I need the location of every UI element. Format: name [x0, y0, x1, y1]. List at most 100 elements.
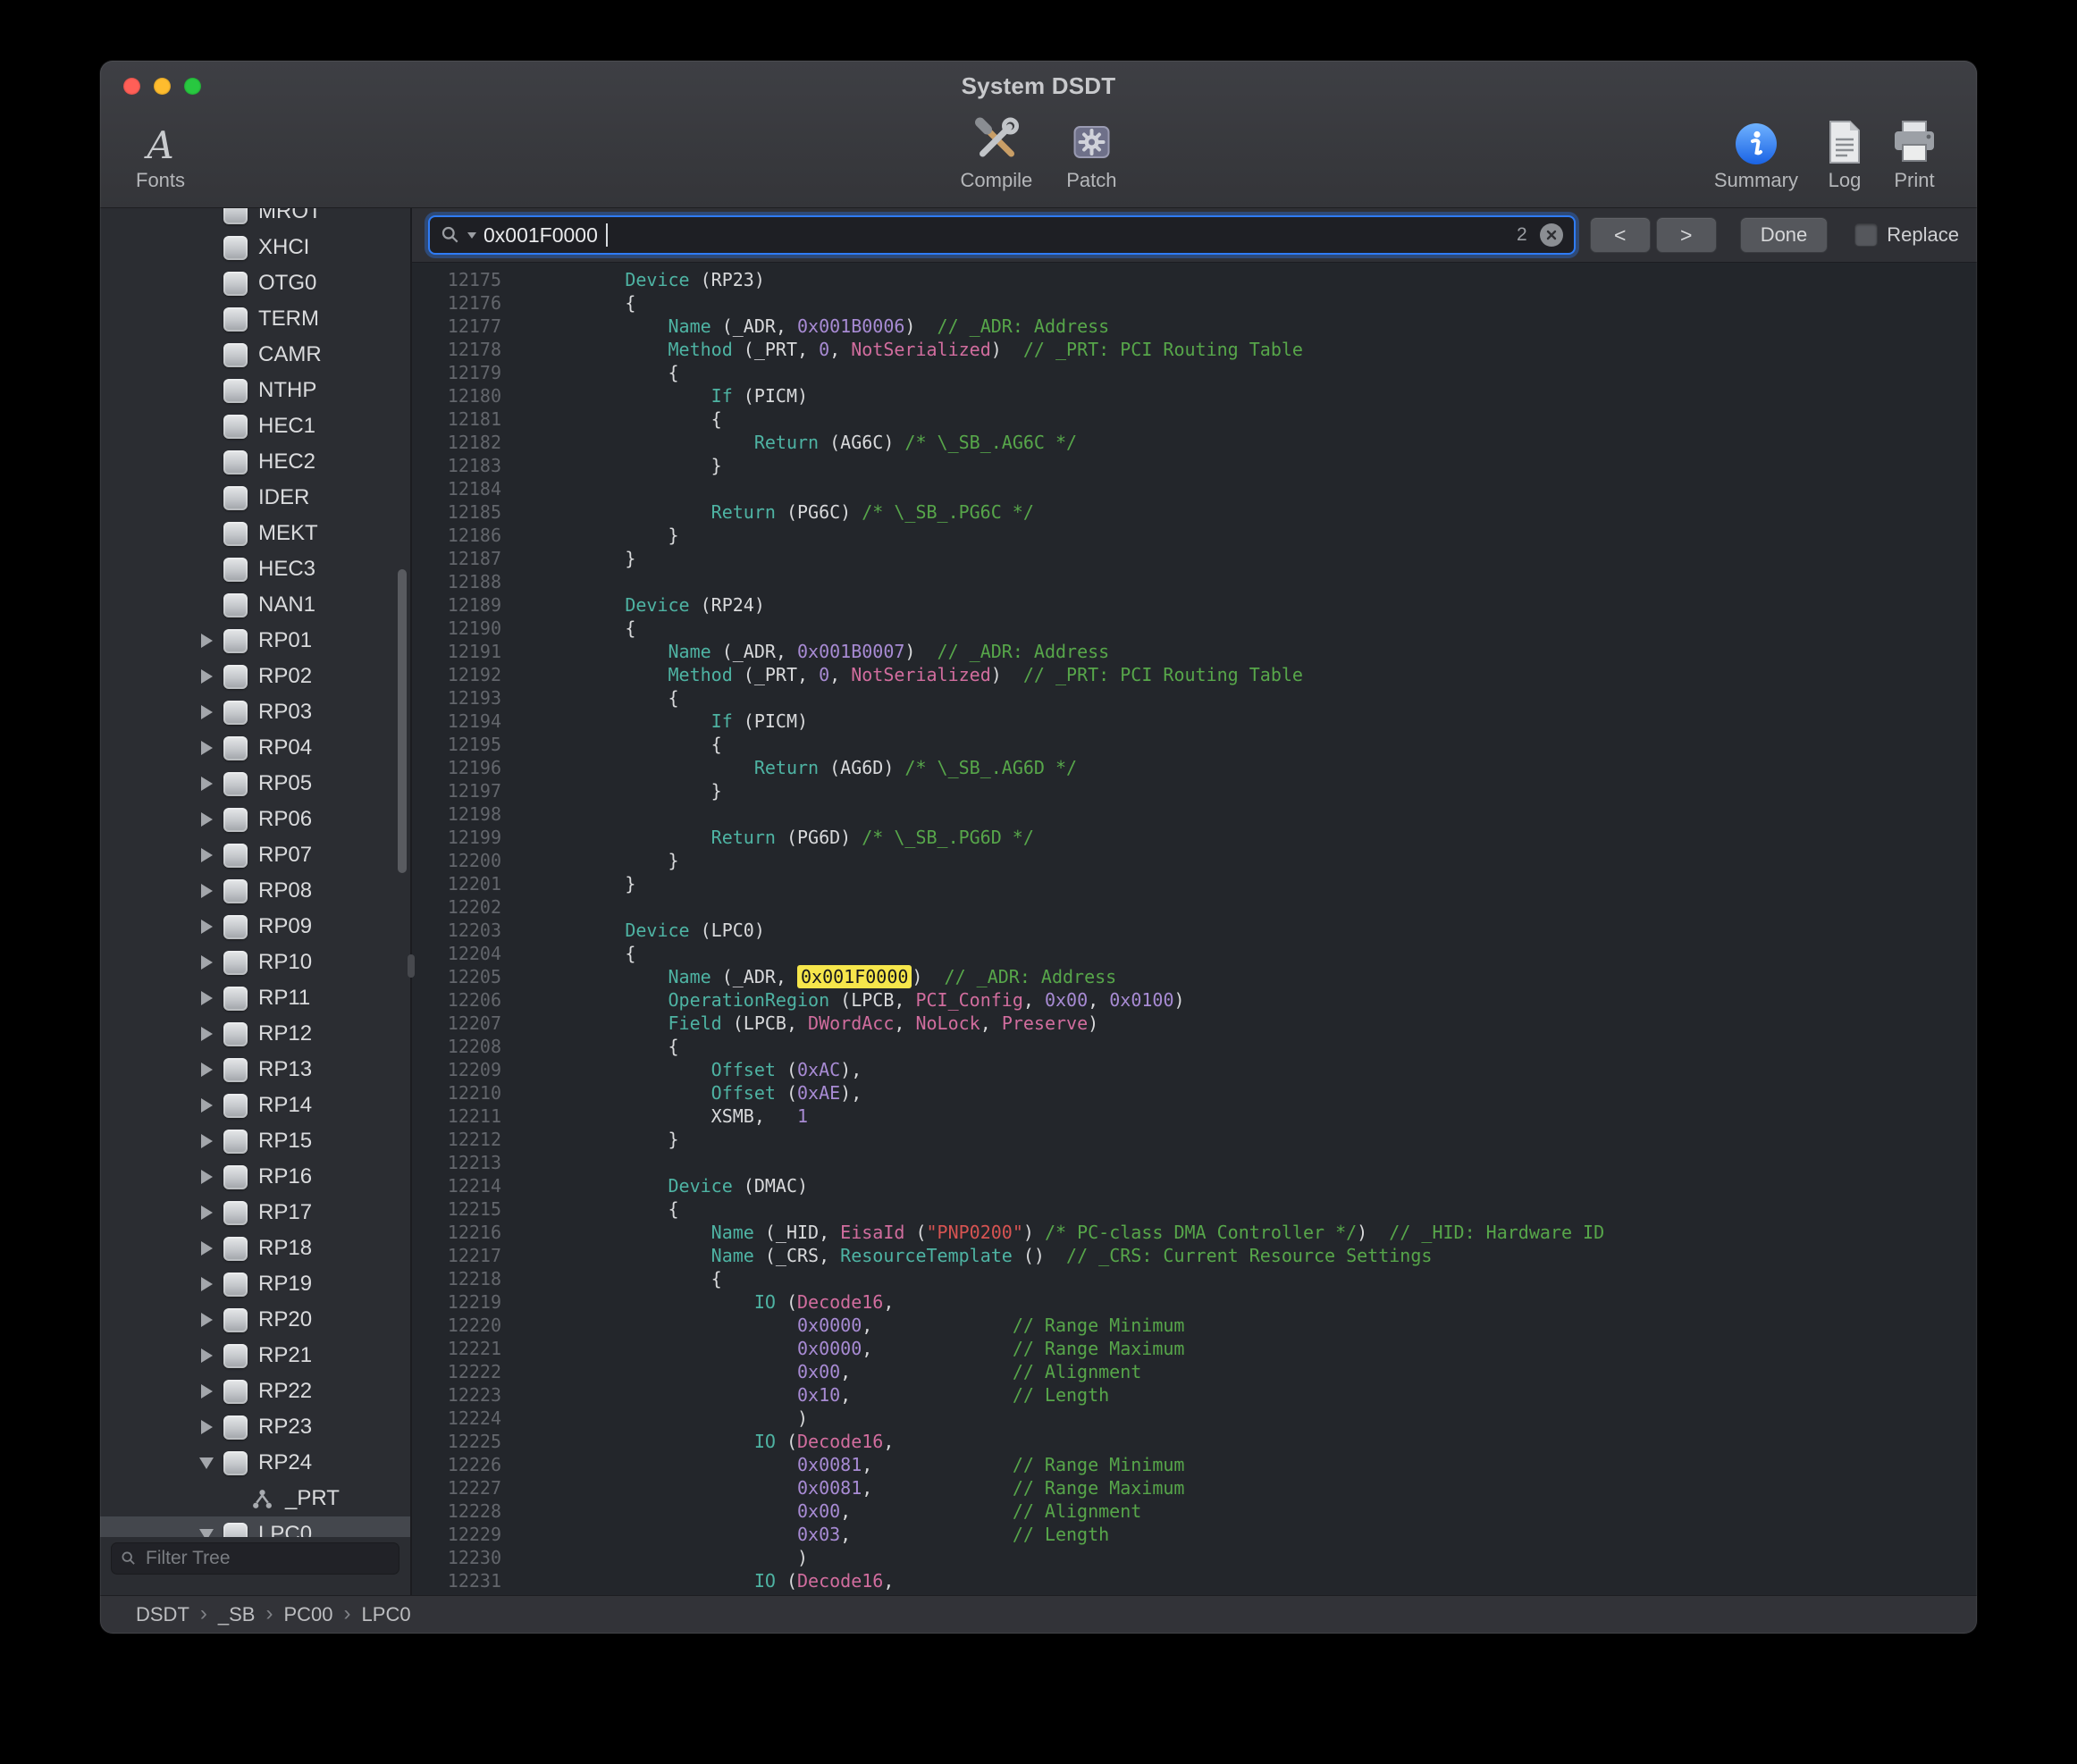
disclosure-triangle-icon[interactable]	[189, 1302, 223, 1338]
code-line[interactable]: 12221 0x0000, // Range Maximum	[412, 1337, 1977, 1360]
code-line[interactable]: 12191 Name (_ADR, 0x001B0007) // _ADR: A…	[412, 640, 1977, 663]
tree-item-rp07[interactable]: RP07	[100, 837, 410, 873]
code-line[interactable]: 12178 Method (_PRT, 0, NotSerialized) //…	[412, 338, 1977, 361]
disclosure-triangle-icon[interactable]	[189, 945, 223, 980]
code-line[interactable]: 12229 0x03, // Length	[412, 1523, 1977, 1546]
tree-item-hec3[interactable]: HEC3	[100, 551, 410, 587]
disclosure-triangle-icon[interactable]	[189, 873, 223, 909]
done-button[interactable]: Done	[1740, 217, 1829, 253]
code-line[interactable]: 12175 Device (RP23)	[412, 268, 1977, 291]
code-line[interactable]: 12225 IO (Decode16,	[412, 1430, 1977, 1453]
code-line[interactable]: 12176 {	[412, 291, 1977, 315]
tree-item-rp14[interactable]: RP14	[100, 1088, 410, 1123]
code-line[interactable]: 12185 Return (PG6C) /* \_SB_.PG6C */	[412, 500, 1977, 524]
tree-item-rp18[interactable]: RP18	[100, 1231, 410, 1266]
code-line[interactable]: 12196 Return (AG6D) /* \_SB_.AG6D */	[412, 756, 1977, 779]
code-line[interactable]: 12188	[412, 570, 1977, 593]
tree-item-rp02[interactable]: RP02	[100, 659, 410, 694]
code-line[interactable]: 12195 {	[412, 733, 1977, 756]
disclosure-triangle-icon[interactable]	[189, 730, 223, 766]
breadcrumb-item-pc00[interactable]: PC00	[283, 1603, 332, 1625]
disclosure-triangle-icon[interactable]	[189, 1266, 223, 1302]
splitter-handle-icon[interactable]	[408, 954, 415, 978]
log-button[interactable]: Log	[1827, 113, 1863, 192]
minimize-button[interactable]	[154, 78, 171, 95]
code-line[interactable]: 12204 {	[412, 942, 1977, 965]
tree-item-xhci[interactable]: XHCI	[100, 230, 410, 265]
code-line[interactable]: 12206 OperationRegion (LPCB, PCI_Config,…	[412, 988, 1977, 1012]
code-line[interactable]: 12210 Offset (0xAE),	[412, 1081, 1977, 1105]
print-button[interactable]: Print	[1891, 113, 1938, 192]
code-line[interactable]: 12228 0x00, // Alignment	[412, 1499, 1977, 1523]
code-line[interactable]: 12213	[412, 1151, 1977, 1174]
tree-item-rp12[interactable]: RP12	[100, 1016, 410, 1052]
tree-item-mrot[interactable]: MROT	[100, 208, 410, 230]
tree-item-nan1[interactable]: NAN1	[100, 587, 410, 623]
tree-item-rp08[interactable]: RP08	[100, 873, 410, 909]
disclosure-triangle-icon[interactable]	[189, 1445, 223, 1481]
tree-item-hec2[interactable]: HEC2	[100, 444, 410, 480]
tree-item-rp15[interactable]: RP15	[100, 1123, 410, 1159]
code-line[interactable]: 12217 Name (_CRS, ResourceTemplate () //…	[412, 1244, 1977, 1267]
find-next-button[interactable]: >	[1656, 217, 1717, 253]
tree-item-nthp[interactable]: NTHP	[100, 373, 410, 408]
code-line[interactable]: 12177 Name (_ADR, 0x001B0006) // _ADR: A…	[412, 315, 1977, 338]
code-line[interactable]: 12200 }	[412, 849, 1977, 872]
code-line[interactable]: 12205 Name (_ADR, 0x001F0000) // _ADR: A…	[412, 965, 1977, 988]
disclosure-triangle-icon[interactable]	[189, 1409, 223, 1445]
code-line[interactable]: 12193 {	[412, 686, 1977, 710]
tree-item-rp16[interactable]: RP16	[100, 1159, 410, 1195]
tree-item-rp05[interactable]: RP05	[100, 766, 410, 802]
tree-item-rp13[interactable]: RP13	[100, 1052, 410, 1088]
breadcrumb-item-_sb[interactable]: _SB	[218, 1603, 256, 1625]
tree-item-lpc0[interactable]: LPC0	[100, 1516, 410, 1537]
code-line[interactable]: 12207 Field (LPCB, DWordAcc, NoLock, Pre…	[412, 1012, 1977, 1035]
code-line[interactable]: 12218 {	[412, 1267, 1977, 1290]
sidebar-scrollbar[interactable]	[398, 569, 407, 873]
tree-item-rp10[interactable]: RP10	[100, 945, 410, 980]
tree-item-rp01[interactable]: RP01	[100, 623, 410, 659]
tree-item-hec1[interactable]: HEC1	[100, 408, 410, 444]
compile-button[interactable]: Compile	[961, 113, 1033, 192]
code-line[interactable]: 12219 IO (Decode16,	[412, 1290, 1977, 1314]
disclosure-triangle-icon[interactable]	[189, 1123, 223, 1159]
zoom-button[interactable]	[184, 78, 201, 95]
tree-item-rp17[interactable]: RP17	[100, 1195, 410, 1231]
tree-item-camr[interactable]: CAMR	[100, 337, 410, 373]
pane-divider[interactable]	[410, 208, 412, 1596]
code-line[interactable]: 12187 }	[412, 547, 1977, 570]
breadcrumb-item-lpc0[interactable]: LPC0	[362, 1603, 411, 1625]
tree-item-rp24[interactable]: RP24	[100, 1445, 410, 1481]
code-line[interactable]: 12183 }	[412, 454, 1977, 477]
disclosure-triangle-icon[interactable]	[189, 1338, 223, 1373]
code-line[interactable]: 12226 0x0081, // Range Minimum	[412, 1453, 1977, 1476]
tree-item-rp22[interactable]: RP22	[100, 1373, 410, 1409]
code-line[interactable]: 12202	[412, 895, 1977, 919]
disclosure-triangle-icon[interactable]	[189, 909, 223, 945]
code-line[interactable]: 12184	[412, 477, 1977, 500]
tree-item-rp23[interactable]: RP23	[100, 1409, 410, 1445]
code-line[interactable]: 12231 IO (Decode16,	[412, 1569, 1977, 1592]
find-previous-button[interactable]: <	[1590, 217, 1651, 253]
disclosure-triangle-icon[interactable]	[189, 766, 223, 802]
tree-item-rp20[interactable]: RP20	[100, 1302, 410, 1338]
code-line[interactable]: 12189 Device (RP24)	[412, 593, 1977, 617]
filter-tree-field[interactable]	[144, 1547, 390, 1570]
disclosure-triangle-icon[interactable]	[189, 1195, 223, 1231]
tree-item-term[interactable]: TERM	[100, 301, 410, 337]
code-line[interactable]: 12198	[412, 802, 1977, 826]
disclosure-triangle-icon[interactable]	[189, 1088, 223, 1123]
code-line[interactable]: 12203 Device (LPC0)	[412, 919, 1977, 942]
tree-item-otg0[interactable]: OTG0	[100, 265, 410, 301]
code-line[interactable]: 12222 0x00, // Alignment	[412, 1360, 1977, 1383]
filter-tree-input[interactable]	[111, 1542, 399, 1575]
code-line[interactable]: 12216 Name (_HID, EisaId ("PNP0200") /* …	[412, 1221, 1977, 1244]
code-line[interactable]: 12194 If (PICM)	[412, 710, 1977, 733]
disclosure-triangle-icon[interactable]	[189, 1516, 223, 1537]
close-button[interactable]	[123, 78, 140, 95]
disclosure-triangle-icon[interactable]	[189, 694, 223, 730]
code-line[interactable]: 12180 If (PICM)	[412, 384, 1977, 407]
tree-item-rp19[interactable]: RP19	[100, 1266, 410, 1302]
disclosure-triangle-icon[interactable]	[189, 980, 223, 1016]
clear-search-button[interactable]	[1540, 223, 1563, 247]
